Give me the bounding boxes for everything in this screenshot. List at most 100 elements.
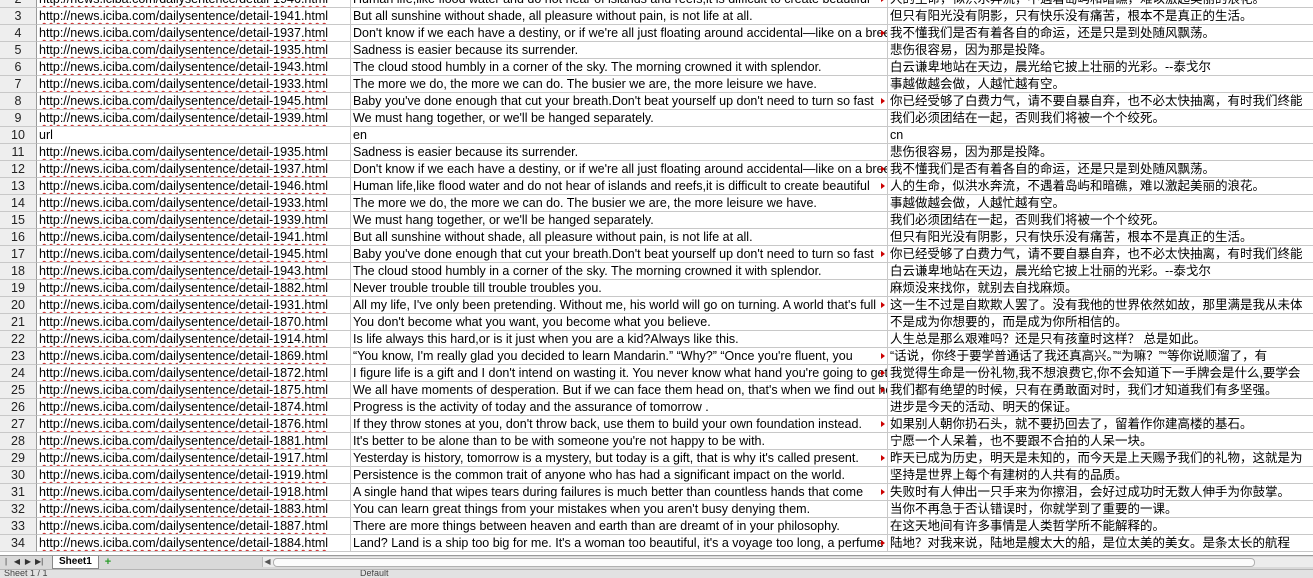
en-cell[interactable]: Baby you've done enough that cut your br… (351, 93, 888, 110)
url-cell[interactable]: http://news.iciba.com/dailysentence/deta… (37, 93, 351, 110)
url-cell[interactable]: http://news.iciba.com/dailysentence/deta… (37, 178, 351, 195)
row-header[interactable]: 29 (0, 450, 37, 467)
row-header[interactable]: 33 (0, 518, 37, 535)
row-header[interactable]: 14 (0, 195, 37, 212)
cn-cell[interactable]: 悲伤很容易，因为那是投降。 (888, 144, 1313, 161)
row-header[interactable]: 6 (0, 59, 37, 76)
url-cell[interactable]: http://news.iciba.com/dailysentence/deta… (37, 76, 351, 93)
cn-cell[interactable]: 人的生命，似洪水奔流，不遇着岛屿和暗礁，难以激起美丽的浪花。 (888, 0, 1313, 8)
cn-cell[interactable]: 这一生不过是自欺欺人罢了。没有我他的世界依然如故，那里满是我从未体 (888, 297, 1313, 314)
cn-cell[interactable]: 宁愿一个人呆着，也不要跟不合拍的人呆一块。 (888, 433, 1313, 450)
cn-cell[interactable]: 坚持是世界上每个有建树的人共有的品质。 (888, 467, 1313, 484)
scroll-left-icon[interactable]: ◀ (263, 557, 272, 567)
row-header[interactable]: 32 (0, 501, 37, 518)
row-header[interactable]: 11 (0, 144, 37, 161)
cn-cell[interactable]: 人的生命，似洪水奔流，不遇着岛屿和暗礁，难以激起美丽的浪花。 (888, 178, 1313, 195)
row-header[interactable]: 17 (0, 246, 37, 263)
row-header[interactable]: 5 (0, 42, 37, 59)
en-cell[interactable]: We must hang together, or we'll be hange… (351, 212, 888, 229)
row-header[interactable]: 25 (0, 382, 37, 399)
cn-cell[interactable]: 我们都有绝望的时候，只有在勇敢面对时，我们才知道我们有多坚强。 (888, 382, 1313, 399)
row-header[interactable]: 31 (0, 484, 37, 501)
cn-cell[interactable]: 事越做越会做，人越忙越有空。 (888, 195, 1313, 212)
cn-cell[interactable]: 麻烦没来找你，就别去自找麻烦。 (888, 280, 1313, 297)
row-header[interactable]: 34 (0, 535, 37, 552)
cn-cell[interactable]: 在这天地间有许多事情是人类哲学所不能解释的。 (888, 518, 1313, 535)
row-header[interactable]: 8 (0, 93, 37, 110)
url-cell[interactable]: url (37, 127, 351, 144)
row-header[interactable]: 15 (0, 212, 37, 229)
en-cell[interactable]: Sadness is easier because its surrender. (351, 42, 888, 59)
en-cell[interactable]: Progress is the activity of today and th… (351, 399, 888, 416)
url-cell[interactable]: http://news.iciba.com/dailysentence/deta… (37, 348, 351, 365)
cn-cell[interactable]: 我觉得生命是一份礼物,我不想浪费它,你不会知道下一手牌会是什么,要学会 (888, 365, 1313, 382)
cn-cell[interactable]: 白云谦卑地站在天边，晨光给它披上壮丽的光彩。--泰戈尔 (888, 263, 1313, 280)
en-cell[interactable]: If they throw stones at you, don't throw… (351, 416, 888, 433)
row-header[interactable]: 4 (0, 25, 37, 42)
url-cell[interactable]: http://news.iciba.com/dailysentence/deta… (37, 433, 351, 450)
url-cell[interactable]: http://news.iciba.com/dailysentence/deta… (37, 501, 351, 518)
en-cell[interactable]: It's better to be alone than to be with … (351, 433, 888, 450)
en-cell[interactable]: Persistence is the common trait of anyon… (351, 467, 888, 484)
cn-cell[interactable]: 你已经受够了白费力气，请不要自暴自弃，也不必太快抽离，有时我们终能 (888, 93, 1313, 110)
cn-cell[interactable]: 事越做越会做，人越忙越有空。 (888, 76, 1313, 93)
row-header[interactable]: 26 (0, 399, 37, 416)
url-cell[interactable]: http://news.iciba.com/dailysentence/deta… (37, 484, 351, 501)
en-cell[interactable]: We must hang together, or we'll be hange… (351, 110, 888, 127)
row-header[interactable]: 13 (0, 178, 37, 195)
en-cell[interactable]: Human life,like flood water and do not h… (351, 0, 888, 8)
en-cell[interactable]: We all have moments of desperation. But … (351, 382, 888, 399)
en-cell[interactable]: You can learn great things from your mis… (351, 501, 888, 518)
row-header[interactable]: 3 (0, 8, 37, 25)
cn-cell[interactable]: cn (888, 127, 1313, 144)
en-cell[interactable]: The more we do, the more we can do. The … (351, 76, 888, 93)
cn-cell[interactable]: 我们必须团结在一起，否则我们将被一个个绞死。 (888, 110, 1313, 127)
add-sheet-icon[interactable]: + (101, 556, 115, 568)
en-cell[interactable]: All my life, I've only been pretending. … (351, 297, 888, 314)
url-cell[interactable]: http://news.iciba.com/dailysentence/deta… (37, 280, 351, 297)
en-cell[interactable]: Sadness is easier because its surrender. (351, 144, 888, 161)
cn-cell[interactable]: 不是成为你想要的，而是成为你所相信的。 (888, 314, 1313, 331)
row-header[interactable]: 28 (0, 433, 37, 450)
cn-cell[interactable]: 如果别人朝你扔石头，就不要扔回去了，留着作你建高楼的基石。 (888, 416, 1313, 433)
row-header[interactable]: 10 (0, 127, 37, 144)
row-header[interactable]: 16 (0, 229, 37, 246)
en-cell[interactable]: en (351, 127, 888, 144)
url-cell[interactable]: http://news.iciba.com/dailysentence/deta… (37, 382, 351, 399)
en-cell[interactable]: I figure life is a gift and I don't inte… (351, 365, 888, 382)
en-cell[interactable]: Yesterday is history, tomorrow is a myst… (351, 450, 888, 467)
url-cell[interactable]: http://news.iciba.com/dailysentence/deta… (37, 144, 351, 161)
next-sheet-button[interactable]: ▶ (24, 557, 32, 567)
row-header[interactable]: 9 (0, 110, 37, 127)
cn-cell[interactable]: 我不懂我们是否有着各自的命运，还是只是到处随风飘荡。 (888, 161, 1313, 178)
row-header[interactable]: 22 (0, 331, 37, 348)
url-cell[interactable]: http://news.iciba.com/dailysentence/deta… (37, 42, 351, 59)
prev-sheet-button[interactable]: ◀ (13, 557, 21, 567)
en-cell[interactable]: The cloud stood humbly in a corner of th… (351, 263, 888, 280)
row-header[interactable]: 23 (0, 348, 37, 365)
en-cell[interactable]: But all sunshine without shade, all plea… (351, 8, 888, 25)
cn-cell[interactable]: 进步是今天的活动、明天的保证。 (888, 399, 1313, 416)
url-cell[interactable]: http://news.iciba.com/dailysentence/deta… (37, 314, 351, 331)
en-cell[interactable]: Human life,like flood water and do not h… (351, 178, 888, 195)
row-header[interactable]: 2 (0, 0, 37, 8)
url-cell[interactable]: http://news.iciba.com/dailysentence/deta… (37, 195, 351, 212)
en-cell[interactable]: Don't know if we each have a destiny, or… (351, 161, 888, 178)
cn-cell[interactable]: 陆地？对我来说，陆地是艘太大的船，是位太美的美女。是条太长的航程 (888, 535, 1313, 552)
url-cell[interactable]: http://news.iciba.com/dailysentence/deta… (37, 110, 351, 127)
cn-cell[interactable]: 你已经受够了白费力气，请不要自暴自弃，也不必太快抽离，有时我们终能 (888, 246, 1313, 263)
url-cell[interactable]: http://news.iciba.com/dailysentence/deta… (37, 518, 351, 535)
url-cell[interactable]: http://news.iciba.com/dailysentence/deta… (37, 399, 351, 416)
en-cell[interactable]: The more we do, the more we can do. The … (351, 195, 888, 212)
row-header[interactable]: 20 (0, 297, 37, 314)
row-header[interactable]: 12 (0, 161, 37, 178)
row-header[interactable]: 27 (0, 416, 37, 433)
en-cell[interactable]: The cloud stood humbly in a corner of th… (351, 59, 888, 76)
url-cell[interactable]: http://news.iciba.com/dailysentence/deta… (37, 467, 351, 484)
en-cell[interactable]: You don't become what you want, you beco… (351, 314, 888, 331)
en-cell[interactable]: Land? Land is a ship too big for me. It'… (351, 535, 888, 552)
en-cell[interactable]: Don't know if we each have a destiny, or… (351, 25, 888, 42)
en-cell[interactable]: Never trouble trouble till trouble troub… (351, 280, 888, 297)
cn-cell[interactable]: 悲伤很容易，因为那是投降。 (888, 42, 1313, 59)
cn-cell[interactable]: 我不懂我们是否有着各自的命运，还是只是到处随风飘荡。 (888, 25, 1313, 42)
